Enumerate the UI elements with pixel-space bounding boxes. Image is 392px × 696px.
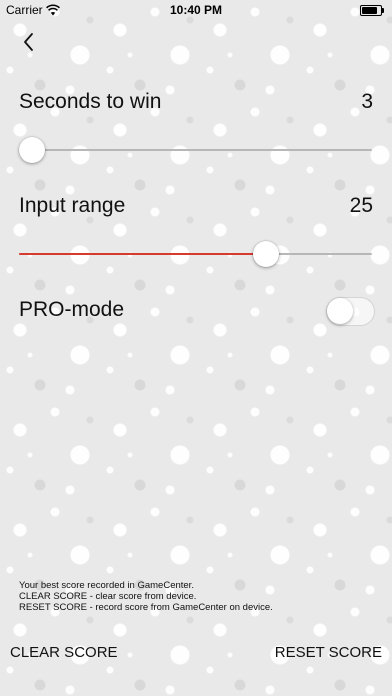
clear-score-button[interactable]: CLEAR SCORE: [10, 644, 118, 661]
seconds-to-win-label: Seconds to win: [19, 90, 162, 113]
input-range-slider[interactable]: [19, 240, 372, 268]
back-button[interactable]: [18, 30, 42, 54]
status-bar: Carrier 10:40 PM: [0, 0, 392, 20]
input-range-value: 25: [349, 194, 373, 217]
slider-thumb[interactable]: [19, 137, 45, 163]
info-line: RESET SCORE - record score from GameCent…: [19, 602, 273, 613]
chevron-left-icon: [24, 33, 33, 51]
seconds-to-win-slider[interactable]: [19, 136, 372, 164]
slider-track-fill: [19, 253, 266, 255]
toggle-knob: [327, 298, 353, 324]
info-line: Your best score recorded in GameCenter.: [19, 580, 194, 591]
pro-mode-label: PRO-mode: [19, 298, 125, 321]
score-info: Your best score recorded in GameCenter. …: [19, 580, 273, 613]
info-line: CLEAR SCORE - clear score from device.: [19, 591, 197, 602]
slider-thumb[interactable]: [253, 241, 279, 267]
input-range-label: Input range: [19, 194, 126, 217]
seconds-to-win-value: 3: [361, 90, 373, 113]
reset-score-button[interactable]: RESET SCORE: [275, 644, 382, 661]
pro-mode-toggle[interactable]: [326, 297, 375, 326]
status-time: 10:40 PM: [169, 3, 223, 17]
slider-track: [19, 149, 372, 151]
battery-icon: [360, 5, 384, 16]
